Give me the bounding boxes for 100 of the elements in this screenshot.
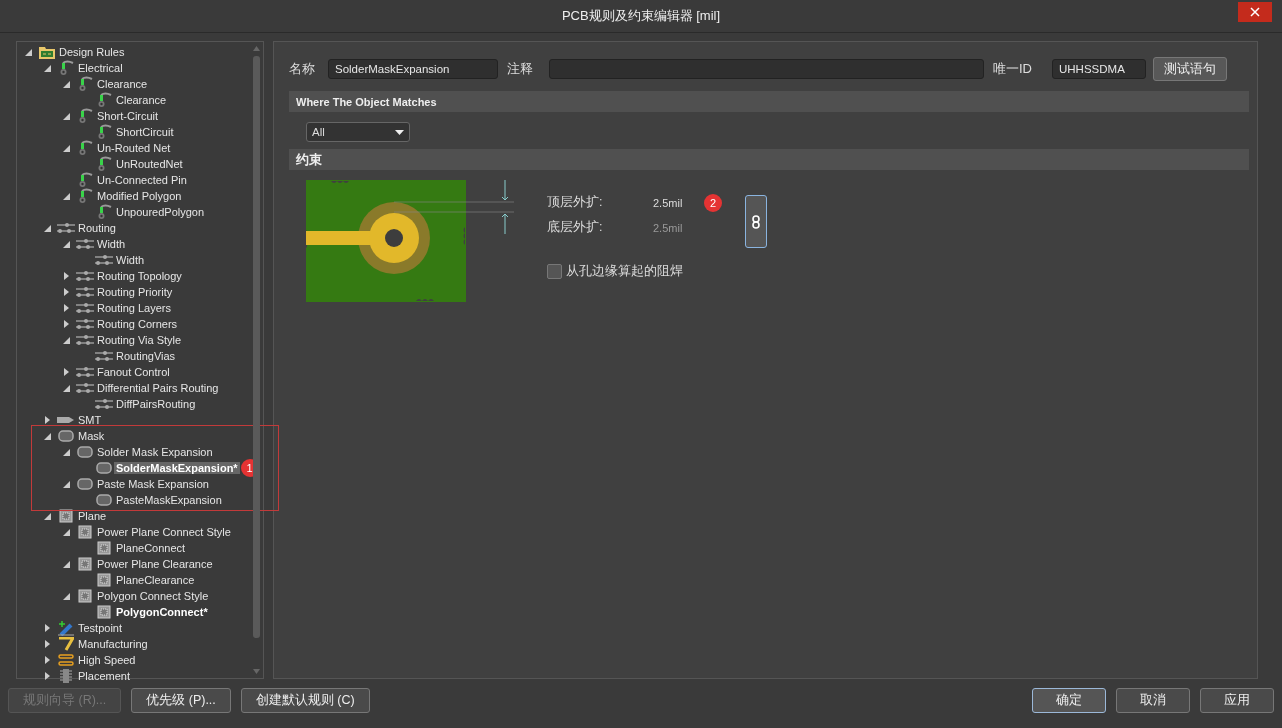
tree-item[interactable]: Manufacturing	[76, 638, 150, 650]
rounded-pad-icon	[77, 446, 93, 458]
unique-id-field[interactable]: UHHSSDMA	[1052, 59, 1146, 79]
section-header: Where The Object Matches	[289, 91, 1249, 112]
footer-button[interactable]: 创建默认规则 (C)	[240, 688, 370, 713]
collapsed-arrow-icon[interactable]	[63, 304, 69, 312]
close-icon	[1250, 7, 1260, 17]
tree-item[interactable]: SMT	[76, 414, 104, 426]
expansion-value-field[interactable]: 2.5mil	[653, 196, 691, 209]
footer-button[interactable]: 优先级 (P)...	[131, 688, 231, 713]
tree-item[interactable]: Width	[95, 238, 128, 250]
test-query-button[interactable]: 测试语句	[1153, 57, 1227, 81]
collapsed-arrow-icon[interactable]	[44, 672, 50, 680]
checkbox[interactable]	[547, 263, 562, 279]
tree-item[interactable]: Placement	[76, 670, 132, 682]
expanded-arrow-icon[interactable]	[24, 48, 32, 56]
tree-item[interactable]: Short-Circuit	[95, 110, 161, 122]
tree-item[interactable]: Mask	[76, 430, 107, 442]
routing-icon	[76, 366, 94, 378]
expanded-arrow-icon[interactable]	[62, 560, 70, 568]
tree-item[interactable]: Un-Routed Net	[95, 142, 173, 154]
name-field[interactable]: SolderMaskExpansion	[328, 59, 498, 79]
tree-item[interactable]: Plane	[76, 510, 109, 522]
expanded-arrow-icon[interactable]	[62, 144, 70, 152]
window-title: PCB规则及约束编辑器 [mil]	[561, 7, 721, 25]
probe-icon	[96, 92, 112, 108]
tree-item[interactable]: UnpouredPolygon	[114, 206, 207, 218]
tree-item[interactable]: Width	[114, 254, 147, 266]
expanded-arrow-icon[interactable]	[62, 448, 70, 456]
tree-item[interactable]: Routing Priority	[95, 286, 175, 298]
expanded-arrow-icon[interactable]	[43, 512, 51, 520]
footer-button[interactable]: 确定	[1032, 688, 1106, 713]
manufacturing-icon	[58, 637, 74, 651]
tree-item[interactable]: Clearance	[114, 94, 169, 106]
tree-item[interactable]: Clearance	[95, 78, 150, 90]
tree-item[interactable]: Fanout Control	[95, 366, 172, 378]
tree-item[interactable]: Routing Layers	[95, 302, 173, 314]
close-button[interactable]	[1238, 2, 1272, 22]
routing-icon	[76, 270, 94, 282]
tree-item[interactable]: Modified Polygon	[95, 190, 184, 202]
probe-icon	[77, 188, 93, 204]
collapsed-arrow-icon[interactable]	[44, 640, 50, 648]
tree-item[interactable]: Testpoint	[76, 622, 125, 634]
expansion-label: 底层外扩:	[547, 219, 604, 236]
collapsed-arrow-icon[interactable]	[44, 416, 50, 424]
tree-item[interactable]: Routing Via Style	[95, 334, 184, 346]
tree-item[interactable]: DiffPairsRouting	[114, 398, 198, 410]
tree-item[interactable]: Design Rules	[57, 46, 127, 58]
expanded-arrow-icon[interactable]	[62, 336, 70, 344]
plane-grid-icon	[78, 557, 92, 571]
tree-item[interactable]: Power Plane Clearance	[95, 558, 215, 570]
tree-item[interactable]: PolygonConnect*	[114, 606, 210, 618]
routing-icon	[76, 318, 94, 330]
probe-icon	[77, 140, 93, 156]
tree-item[interactable]: ShortCircuit	[114, 126, 176, 138]
plane-grid-icon	[78, 525, 92, 539]
footer-button[interactable]: 取消	[1116, 688, 1190, 713]
collapsed-arrow-icon[interactable]	[63, 320, 69, 328]
tree-item[interactable]: UnRoutedNet	[114, 158, 185, 170]
tree-item[interactable]: Polygon Connect Style	[95, 590, 211, 602]
testpoint-probe-icon	[58, 620, 74, 636]
scrollbar-thumb[interactable]	[253, 56, 260, 638]
expanded-arrow-icon[interactable]	[62, 384, 70, 392]
tree-item[interactable]: Electrical	[76, 62, 125, 74]
expanded-arrow-icon[interactable]	[62, 592, 70, 600]
tree-item[interactable]: High Speed	[76, 654, 138, 666]
tree-item[interactable]: Differential Pairs Routing	[95, 382, 221, 394]
tree-item[interactable]: PlaneClearance	[114, 574, 197, 586]
tree-item[interactable]: Routing	[76, 222, 118, 234]
collapsed-arrow-icon[interactable]	[44, 656, 50, 664]
collapsed-arrow-icon[interactable]	[63, 272, 69, 280]
routing-icon	[95, 398, 113, 410]
footer-button[interactable]: 应用	[1200, 688, 1274, 713]
collapsed-arrow-icon[interactable]	[63, 368, 69, 376]
collapsed-arrow-icon[interactable]	[63, 288, 69, 296]
collapsed-arrow-icon[interactable]	[44, 624, 50, 632]
expanded-arrow-icon[interactable]	[43, 432, 51, 440]
comment-field[interactable]	[549, 59, 984, 79]
tree-item[interactable]: PasteMaskExpansion	[114, 494, 224, 506]
expanded-arrow-icon[interactable]	[62, 528, 70, 536]
expanded-arrow-icon[interactable]	[62, 240, 70, 248]
tree-item[interactable]: Power Plane Connect Style	[95, 526, 233, 538]
tree-item[interactable]: Routing Topology	[95, 270, 184, 282]
tree-item[interactable]: PlaneConnect	[114, 542, 188, 554]
expanded-arrow-icon[interactable]	[43, 64, 51, 72]
tree-item[interactable]: Paste Mask Expansion	[95, 478, 211, 490]
tree-item[interactable]: Routing Corners	[95, 318, 180, 330]
link-button[interactable]	[745, 195, 767, 248]
expanded-arrow-icon[interactable]	[62, 480, 70, 488]
tree-item[interactable]: RoutingVias	[114, 350, 178, 362]
expanded-arrow-icon[interactable]	[62, 192, 70, 200]
annotation-badge: 2	[704, 193, 722, 212]
tree-item[interactable]: Un-Connected Pin	[95, 174, 189, 186]
tree-item[interactable]: SolderMaskExpansion*	[114, 462, 240, 474]
scope-dropdown[interactable]: All	[306, 122, 410, 142]
expanded-arrow-icon[interactable]	[62, 80, 70, 88]
expanded-arrow-icon[interactable]	[62, 112, 70, 120]
tree-item[interactable]: Solder Mask Expansion	[95, 446, 215, 458]
expanded-arrow-icon[interactable]	[43, 224, 51, 232]
caret-icon	[395, 129, 404, 135]
